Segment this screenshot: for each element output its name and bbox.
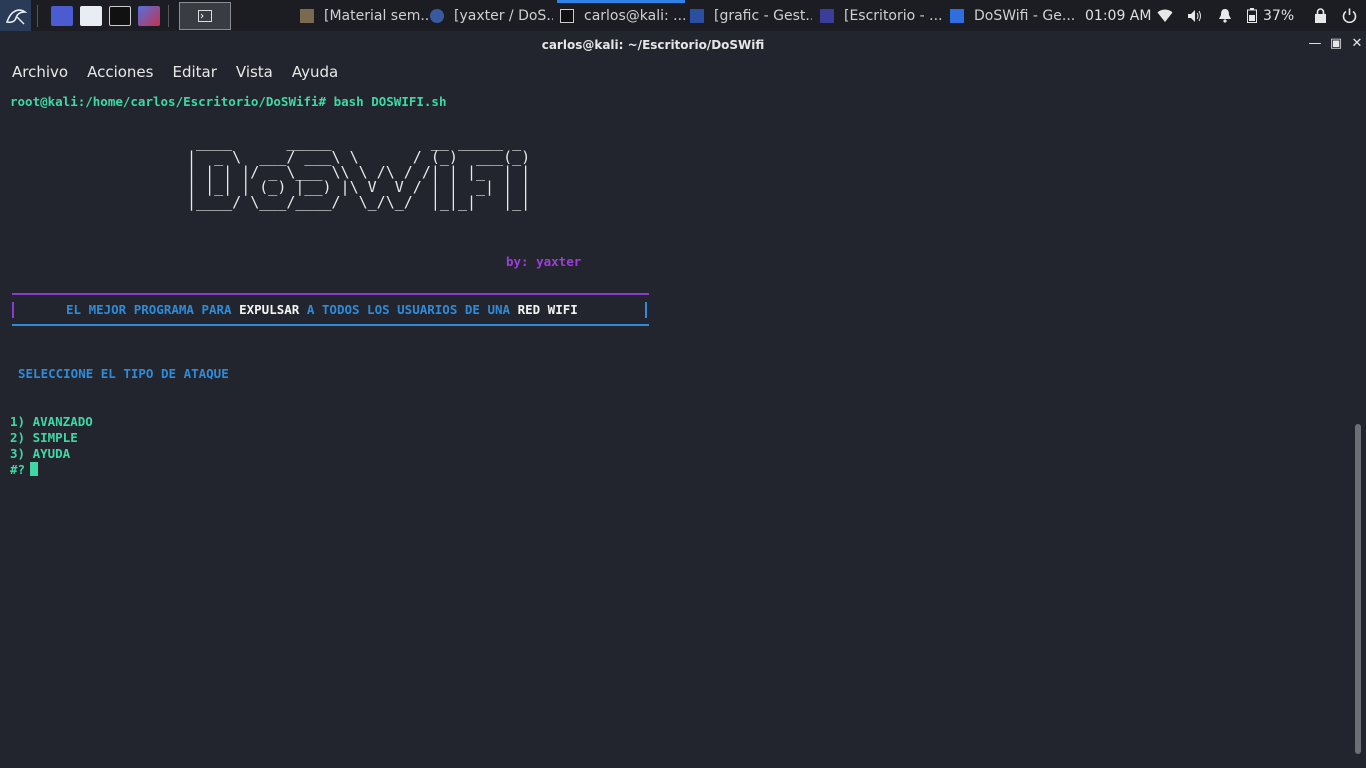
banner-text: EL MEJOR PROGRAMA PARA EXPULSAR A TODOS … xyxy=(66,302,578,317)
banner-top-border xyxy=(12,293,649,295)
minimize-button[interactable]: — xyxy=(1306,35,1324,53)
byline: by: yaxter xyxy=(506,254,582,269)
taskbar-item[interactable]: [Escritorio - ... xyxy=(820,0,942,31)
top-panel: [Material sem... [yaxter / DoS... carlos… xyxy=(0,0,1366,31)
taskbar-item-label: [Escritorio - ... xyxy=(844,7,942,24)
folder-icon xyxy=(950,8,964,23)
ascii-logo: ____ _____ __ _____ _ | _ \ ___/ ___\ \ … xyxy=(187,133,531,211)
banner-text-highlight: RED WIFI xyxy=(517,302,578,317)
file-manager-launcher-icon[interactable] xyxy=(80,5,102,26)
taskbar-item[interactable]: DoSWifi - Ge... xyxy=(950,0,1076,31)
taskbar-item-label: [grafic - Gest... xyxy=(714,7,812,24)
menu-bar: Archivo Acciones Editar Vista Ayuda xyxy=(0,59,1366,85)
document-icon xyxy=(300,8,314,23)
browser-launcher-icon[interactable] xyxy=(138,5,160,26)
input-prompt[interactable]: #? xyxy=(10,462,39,477)
menu-archivo[interactable]: Archivo xyxy=(12,63,68,81)
menu-vista[interactable]: Vista xyxy=(236,63,273,81)
window-icon xyxy=(820,8,834,23)
wifi-icon[interactable] xyxy=(1157,0,1173,31)
banner-left-border xyxy=(12,302,14,318)
terminal-output[interactable]: root@kali:/home/carlos/Escritorio/DoSWif… xyxy=(0,85,1352,768)
menu-option-1: 1) AVANZADO xyxy=(10,414,93,429)
taskbar-item-active[interactable]: carlos@kali: ... xyxy=(557,0,685,31)
banner-bottom-border xyxy=(12,324,649,326)
menu-acciones[interactable]: Acciones xyxy=(87,63,153,81)
kali-dragon-icon xyxy=(5,8,27,24)
browser-icon xyxy=(430,8,444,23)
terminal-icon xyxy=(560,8,574,23)
terminal-window-icon xyxy=(198,9,212,22)
select-prompt: SELECCIONE EL TIPO DE ATAQUE xyxy=(18,366,229,381)
panel-separator xyxy=(168,4,169,27)
lock-screen-icon[interactable] xyxy=(1314,0,1327,31)
input-prompt-label: #? xyxy=(10,462,26,477)
text-cursor xyxy=(30,462,39,476)
show-desktop-launcher-icon[interactable] xyxy=(51,5,73,26)
volume-icon[interactable] xyxy=(1187,0,1203,31)
clock[interactable]: 01:09 AM xyxy=(1085,0,1151,31)
taskbar-item-label: [yaxter / DoS... xyxy=(454,7,553,24)
taskbar-item-label: [Material sem... xyxy=(324,7,428,24)
window-titlebar[interactable]: carlos@kali: ~/Escritorio/DoSWifi — ▣ ✕ xyxy=(0,31,1366,59)
workspace-switcher[interactable] xyxy=(179,1,231,30)
maximize-button[interactable]: ▣ xyxy=(1327,35,1345,53)
banner-text-part: A TODOS LOS USUARIOS DE UNA xyxy=(299,302,518,317)
banner-text-highlight: EXPULSAR xyxy=(239,302,300,317)
panel-separator xyxy=(37,4,38,27)
battery-indicator[interactable]: 37% xyxy=(1247,0,1294,31)
banner-text-part: EL MEJOR PROGRAMA PARA xyxy=(66,302,240,317)
battery-percent: 37% xyxy=(1263,7,1295,24)
menu-option-3: 3) AYUDA xyxy=(10,446,71,461)
power-icon[interactable] xyxy=(1342,0,1357,31)
taskbar-item-label: DoSWifi - Ge... xyxy=(974,7,1076,24)
taskbar-item-label: carlos@kali: ... xyxy=(584,7,685,24)
taskbar-item[interactable]: [grafic - Gest... xyxy=(690,0,812,31)
folder-icon xyxy=(690,8,704,23)
kali-menu-button[interactable] xyxy=(0,0,31,31)
clock-label: 01:09 AM xyxy=(1085,7,1152,24)
banner-right-border xyxy=(645,302,647,318)
taskbar-item[interactable]: [yaxter / DoS... xyxy=(430,0,553,31)
menu-ayuda[interactable]: Ayuda xyxy=(292,63,338,81)
terminal-scrollbar[interactable] xyxy=(1355,424,1361,754)
taskbar-item[interactable]: [Material sem... xyxy=(300,0,428,31)
prompt-line: root@kali:/home/carlos/Escritorio/DoSWif… xyxy=(10,94,447,109)
notifications-icon[interactable] xyxy=(1218,0,1232,31)
window-title: carlos@kali: ~/Escritorio/DoSWifi xyxy=(541,38,765,52)
close-button[interactable]: ✕ xyxy=(1348,35,1366,53)
battery-icon xyxy=(1247,8,1257,23)
menu-editar[interactable]: Editar xyxy=(172,63,216,81)
menu-option-2: 2) SIMPLE xyxy=(10,430,78,445)
terminal-launcher-icon[interactable] xyxy=(109,5,131,26)
